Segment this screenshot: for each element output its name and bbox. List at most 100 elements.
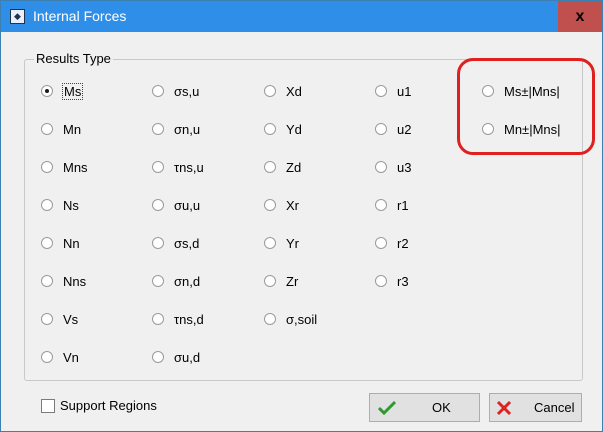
radio-vs[interactable]: Vs	[41, 310, 78, 328]
radio-label: τns,d	[174, 311, 204, 327]
radio-label: u2	[397, 121, 412, 137]
radio-sigma-n-u[interactable]: σn,u	[152, 120, 200, 138]
title-bar[interactable]: ◆ Internal Forces x	[1, 1, 602, 32]
checkbox-box	[41, 398, 55, 413]
radio-label: Vs	[63, 311, 79, 327]
highlight-annotation	[457, 58, 595, 155]
radio-label: Mns	[63, 159, 88, 175]
radio-circle	[264, 199, 276, 211]
radio-u2[interactable]: u2	[375, 120, 411, 138]
radio-label: Yr	[286, 235, 299, 251]
radio-circle	[264, 237, 276, 249]
radio-label: Xd	[286, 83, 302, 99]
radio-label: σ,soil	[286, 311, 318, 327]
radio-circle	[152, 85, 164, 97]
radio-circle	[375, 85, 387, 97]
radio-label: σu,d	[174, 349, 201, 365]
radio-label: r3	[397, 273, 409, 289]
radio-label: Ns	[63, 197, 79, 213]
radio-label: σn,d	[174, 273, 201, 289]
radio-zr[interactable]: Zr	[264, 272, 298, 290]
radio-circle	[41, 199, 53, 211]
radio-circle	[375, 237, 387, 249]
radio-circle	[264, 85, 276, 97]
radio-yd[interactable]: Yd	[264, 120, 302, 138]
radio-tau-ns-d[interactable]: τns,d	[152, 310, 204, 328]
close-button[interactable]: x	[558, 1, 602, 32]
radio-tau-ns-u[interactable]: τns,u	[152, 158, 204, 176]
radio-nn[interactable]: Nn	[41, 234, 80, 252]
radio-label: u3	[397, 159, 412, 175]
radio-label: σs,d	[174, 235, 200, 251]
radio-circle	[41, 123, 53, 135]
radio-label: σs,u	[174, 83, 200, 99]
radio-mn[interactable]: Mn	[41, 120, 81, 138]
cancel-button[interactable]: Cancel	[489, 393, 582, 422]
radio-r1[interactable]: r1	[375, 196, 409, 214]
radio-circle	[41, 351, 53, 363]
radio-sigma-s-u[interactable]: σs,u	[152, 82, 199, 100]
app-icon: ◆	[10, 9, 25, 24]
radio-label: r2	[397, 235, 409, 251]
radio-r2[interactable]: r2	[375, 234, 409, 252]
radio-circle	[41, 313, 53, 325]
radio-xd[interactable]: Xd	[264, 82, 302, 100]
radio-circle	[152, 313, 164, 325]
radio-label: r1	[397, 197, 409, 213]
green-check-icon	[378, 400, 396, 416]
radio-u1[interactable]: u1	[375, 82, 411, 100]
radio-label: Xr	[286, 197, 299, 213]
radio-mns[interactable]: Mns	[41, 158, 88, 176]
radio-circle	[152, 123, 164, 135]
radio-label: σn,u	[174, 121, 201, 137]
radio-circle	[375, 123, 387, 135]
radio-label: σu,u	[174, 197, 201, 213]
radio-circle	[375, 161, 387, 173]
results-type-title: Results Type	[34, 51, 113, 66]
radio-sigma-u-d[interactable]: σu,d	[152, 348, 200, 366]
radio-label: Nn	[63, 235, 80, 251]
radio-ms[interactable]: Ms	[41, 82, 84, 100]
radio-label: Yd	[286, 121, 302, 137]
radio-ns[interactable]: Ns	[41, 196, 79, 214]
internal-forces-dialog: ◆ Internal Forces x Results Type Ms Mn M…	[0, 0, 603, 432]
radio-circle	[264, 161, 276, 173]
radio-circle	[41, 275, 53, 287]
radio-circle	[41, 237, 53, 249]
radio-sigma-soil[interactable]: σ,soil	[264, 310, 317, 328]
radio-label: Ms	[61, 82, 84, 100]
radio-circle	[152, 237, 164, 249]
radio-circle	[152, 275, 164, 287]
radio-zd[interactable]: Zd	[264, 158, 301, 176]
radio-label: Zd	[286, 159, 302, 175]
radio-circle	[375, 275, 387, 287]
radio-label: Zr	[286, 273, 299, 289]
radio-label: Mn	[63, 121, 82, 137]
radio-label: τns,u	[174, 159, 204, 175]
radio-yr[interactable]: Yr	[264, 234, 299, 252]
radio-sigma-u-u[interactable]: σu,u	[152, 196, 200, 214]
checkbox-label: Support Regions	[60, 398, 157, 413]
radio-circle	[41, 161, 53, 173]
radio-label: u1	[397, 83, 412, 99]
radio-circle	[264, 275, 276, 287]
cancel-label: Cancel	[534, 400, 575, 415]
radio-sigma-s-d[interactable]: σs,d	[152, 234, 199, 252]
radio-label: Vn	[63, 349, 79, 365]
radio-r3[interactable]: r3	[375, 272, 409, 290]
radio-u3[interactable]: u3	[375, 158, 411, 176]
support-regions-checkbox[interactable]: Support Regions	[41, 398, 157, 413]
radio-nns[interactable]: Nns	[41, 272, 86, 290]
ok-label: OK	[432, 400, 451, 415]
radio-vn[interactable]: Vn	[41, 348, 79, 366]
radio-circle	[152, 351, 164, 363]
radio-circle	[152, 199, 164, 211]
radio-circle	[264, 313, 276, 325]
radio-xr[interactable]: Xr	[264, 196, 299, 214]
window-title: Internal Forces	[33, 8, 127, 24]
ok-button[interactable]: OK	[369, 393, 480, 422]
radio-circle	[152, 161, 164, 173]
radio-sigma-n-d[interactable]: σn,d	[152, 272, 200, 290]
radio-circle	[375, 199, 387, 211]
radio-circle	[41, 85, 53, 97]
